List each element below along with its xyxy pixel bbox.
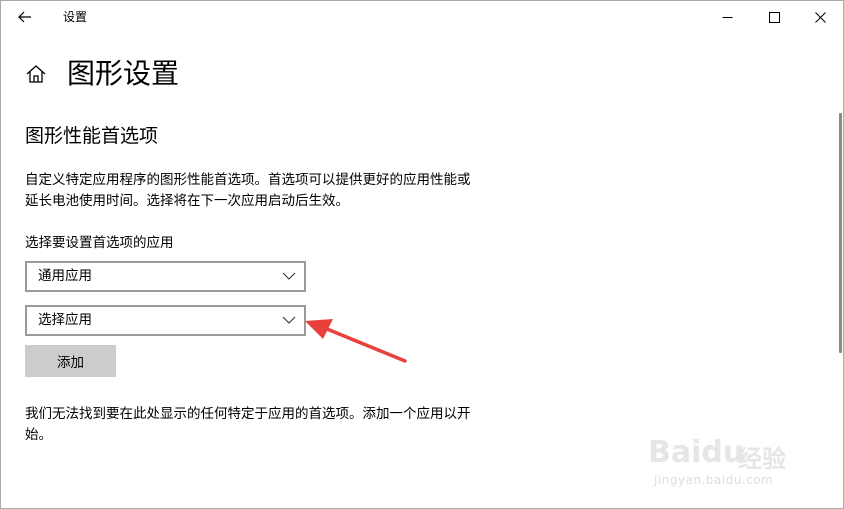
watermark-url: jingyan.baidu.com bbox=[654, 473, 774, 487]
back-arrow-icon bbox=[18, 11, 31, 23]
watermark-brand: Baidu bbox=[648, 435, 745, 470]
app-type-dropdown-value: 通用应用 bbox=[38, 268, 92, 284]
minimize-icon bbox=[722, 16, 732, 18]
add-button[interactable]: 添加 bbox=[25, 345, 116, 377]
maximize-button[interactable] bbox=[751, 1, 797, 33]
choose-app-dropdown-value: 选择应用 bbox=[38, 312, 92, 328]
minimize-button[interactable] bbox=[704, 1, 750, 33]
empty-preferences-message: 我们无法找到要在此处显示的任何特定于应用的首选项。添加一个应用以开始。 bbox=[25, 406, 471, 443]
select-app-label: 选择要设置首选项的应用 bbox=[25, 235, 174, 251]
settings-window: 设置 图形设置 图形性能首选项 自定义特定应用程序的图形性能首选项。首选项可以提… bbox=[0, 0, 844, 509]
section-title: 图形性能首选项 bbox=[25, 125, 159, 147]
chevron-down-icon bbox=[282, 316, 296, 324]
maximize-icon bbox=[768, 11, 780, 23]
choose-app-dropdown[interactable]: 选择应用 bbox=[25, 305, 306, 336]
page-title: 图形设置 bbox=[67, 57, 180, 90]
home-icon[interactable] bbox=[25, 63, 47, 85]
section-description: 自定义特定应用程序的图形性能首选项。首选项可以提供更好的应用性能或延长电池使用时… bbox=[25, 172, 471, 209]
baidu-watermark: Baidu 经验 jingyan.baidu.com bbox=[646, 421, 806, 496]
close-button[interactable] bbox=[797, 1, 843, 33]
app-type-dropdown[interactable]: 通用应用 bbox=[25, 261, 306, 292]
back-button[interactable] bbox=[7, 3, 43, 31]
chevron-down-icon bbox=[282, 272, 296, 280]
scrollbar-thumb[interactable] bbox=[839, 113, 842, 353]
annotation-arrow-icon bbox=[305, 319, 407, 363]
close-icon bbox=[814, 11, 826, 23]
window-title: 设置 bbox=[63, 10, 88, 24]
watermark-brand-cn: 经验 bbox=[738, 445, 786, 473]
title-bar: 设置 bbox=[1, 1, 843, 33]
